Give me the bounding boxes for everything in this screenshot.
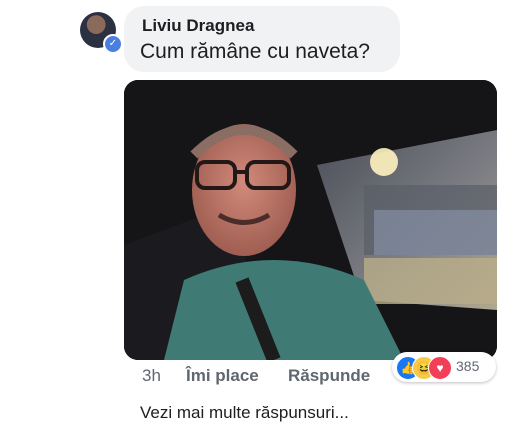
more-replies-link[interactable]: Vezi mai multe răspunsuri... xyxy=(140,403,349,423)
reactions-summary[interactable]: 👍 😆 ♥ 385 xyxy=(392,352,496,382)
comment-text: Cum rămâne cu naveta? xyxy=(140,40,370,63)
like-button[interactable]: Îmi place xyxy=(186,366,259,386)
selfie-photo-illustration xyxy=(124,80,497,360)
reply-button[interactable]: Răspunde xyxy=(288,366,370,386)
verified-badge-icon: ✓ xyxy=(103,34,123,54)
reaction-count: 385 xyxy=(456,358,480,374)
comment-time[interactable]: 3h xyxy=(142,366,161,386)
comment-photo[interactable] xyxy=(124,80,497,360)
comment-author[interactable]: Liviu Dragnea xyxy=(142,16,254,36)
love-icon: ♥ xyxy=(428,356,452,380)
